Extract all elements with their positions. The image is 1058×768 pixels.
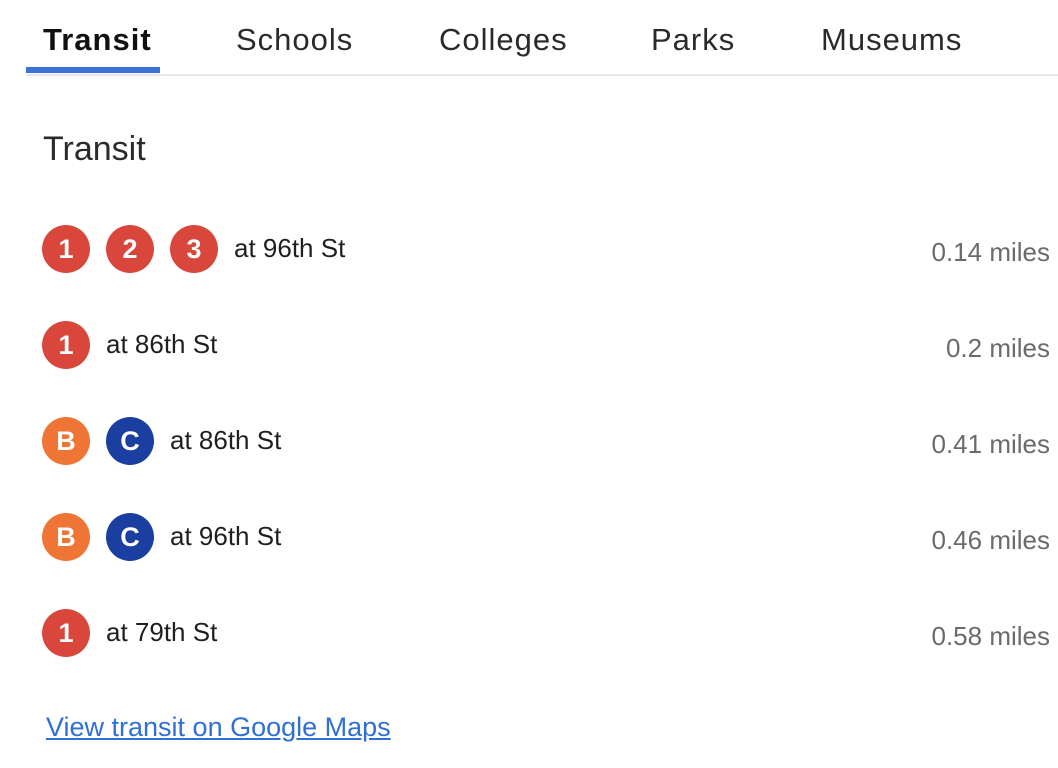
subway-line-badge: B xyxy=(42,417,90,465)
tab-schools[interactable]: Schools xyxy=(236,22,353,74)
station-name: at 86th St xyxy=(106,329,218,359)
station-name: at 79th St xyxy=(106,617,218,647)
station-name: at 86th St xyxy=(170,425,282,455)
subway-line-badge: 1 xyxy=(42,225,90,273)
section-title: Transit xyxy=(43,130,146,168)
transit-station-row: B C at 86th St 0.41 miles xyxy=(0,417,1058,477)
view-transit-google-maps-link[interactable]: View transit on Google Maps xyxy=(46,712,391,743)
tab-parks[interactable]: Parks xyxy=(651,22,735,74)
subway-line-badge: B xyxy=(42,513,90,561)
station-distance: 0.46 miles xyxy=(931,525,1051,555)
subway-line-badge: C xyxy=(106,417,154,465)
station-distance: 0.14 miles xyxy=(931,237,1051,267)
tab-colleges[interactable]: Colleges xyxy=(439,22,568,74)
transit-station-row: 1 at 79th St 0.58 miles xyxy=(0,609,1058,669)
subway-line-badge: 1 xyxy=(42,321,90,369)
tab-bar: Transit Schools Colleges Parks Museums xyxy=(26,0,1058,76)
subway-line-badge: C xyxy=(106,513,154,561)
tab-museums[interactable]: Museums xyxy=(821,22,962,74)
transit-station-row: B C at 96th St 0.46 miles xyxy=(0,513,1058,573)
transit-station-row: 1 at 86th St 0.2 miles xyxy=(0,321,1058,381)
subway-line-badge: 3 xyxy=(170,225,218,273)
transit-station-row: 1 2 3 at 96th St 0.14 miles xyxy=(0,225,1058,285)
station-distance: 0.58 miles xyxy=(931,621,1051,651)
active-tab-indicator xyxy=(26,67,160,73)
subway-line-badge: 1 xyxy=(42,609,90,657)
subway-line-badge: 2 xyxy=(106,225,154,273)
station-name: at 96th St xyxy=(170,521,282,551)
station-distance: 0.41 miles xyxy=(931,429,1051,459)
station-name: at 96th St xyxy=(234,233,346,263)
station-distance: 0.2 miles xyxy=(945,333,1050,363)
